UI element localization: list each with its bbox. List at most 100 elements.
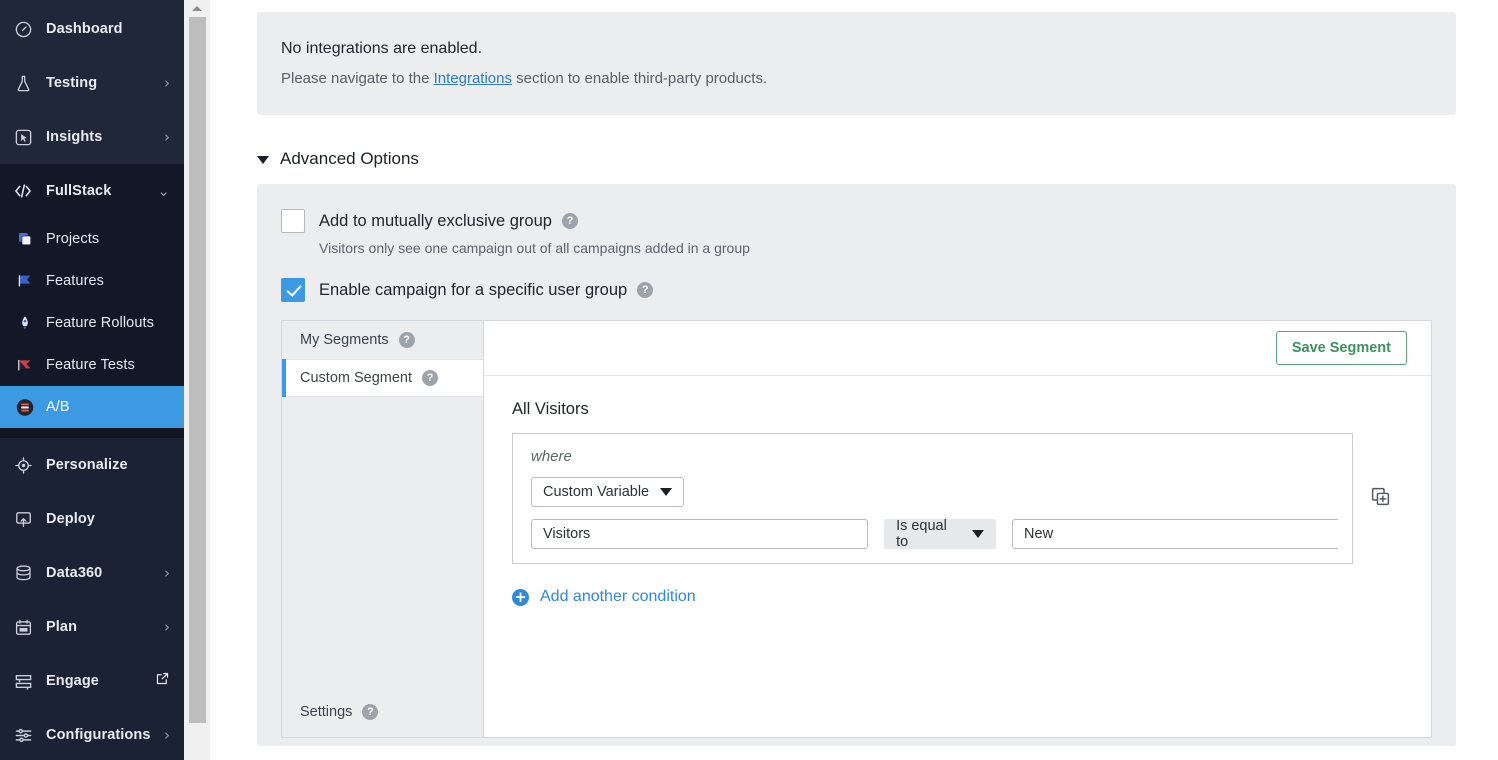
sidebar-item-ab[interactable]: A/B [0, 386, 184, 428]
external-link-icon[interactable] [155, 671, 170, 691]
sidebar-label: Features [46, 273, 170, 289]
scroll-up-arrow-icon[interactable] [184, 0, 210, 17]
main-content: No integrations are enabled. Please navi… [210, 0, 1498, 760]
sidebar-item-feature-rollouts[interactable]: Feature Rollouts [0, 302, 184, 344]
specific-user-group-checkbox[interactable] [281, 278, 305, 302]
sidebar-divider [0, 428, 184, 438]
sidebar-item-feature-tests[interactable]: Feature Tests [0, 344, 184, 386]
mutually-exclusive-description: Visitors only see one campaign out of al… [319, 240, 1432, 256]
sidebar-item-insights[interactable]: Insights › [0, 110, 184, 164]
sidebar-group-top: Dashboard Testing › [0, 0, 184, 164]
segment-tab-my-segments[interactable]: My Segments ? [282, 321, 483, 359]
segment-tab-custom-segment[interactable]: Custom Segment ? [282, 359, 483, 397]
deploy-upload-icon [12, 508, 34, 530]
sidebar-label: FullStack [46, 183, 157, 199]
sidebar-label: Testing [46, 75, 164, 91]
attribute-dropdown[interactable]: Custom Variable [531, 477, 684, 507]
segment-settings-label: Settings [300, 704, 352, 720]
banner-subtitle: Please navigate to the Integrations sect… [281, 70, 1456, 87]
chevron-right-icon: › [164, 620, 170, 635]
sidebar-item-personalize[interactable]: Personalize [0, 438, 184, 492]
segment-tab-label: Custom Segment [300, 370, 412, 386]
banner-text-after: section to enable third-party products. [512, 70, 767, 87]
variable-key-input[interactable] [531, 519, 868, 549]
sidebar-group-bottom: Personalize Deploy [0, 438, 184, 760]
segment-settings[interactable]: Settings ? [282, 687, 483, 737]
segment-title: All Visitors [512, 400, 1407, 419]
condition-actions [1353, 433, 1407, 564]
sidebar-label: A/B [46, 399, 170, 415]
bracket-gap-top [1338, 448, 1352, 488]
sidebar-label: Engage [46, 673, 155, 689]
where-label: where [531, 448, 1353, 465]
calendar-icon [12, 616, 34, 638]
caret-down-icon [257, 156, 269, 164]
condition-fields: Is equal to [531, 519, 1353, 549]
sidebar-label: Data360 [46, 565, 164, 581]
help-icon[interactable]: ? [562, 213, 578, 229]
scrollbar-thumb[interactable] [189, 17, 206, 723]
condition-group: where Custom Variable Is equal to [512, 433, 1353, 564]
sidebar-item-engage[interactable]: Engage [0, 654, 184, 708]
main-sidebar: Dashboard Testing › [0, 0, 184, 760]
sidebar-label: Configurations [46, 727, 164, 743]
speedometer-icon [12, 18, 34, 40]
advanced-options-header[interactable]: Advanced Options [257, 149, 1456, 169]
sidebar-item-projects[interactable]: Projects [0, 218, 184, 260]
sidebar-item-dashboard[interactable]: Dashboard [0, 2, 184, 56]
sidebar-item-data360[interactable]: Data360 › [0, 546, 184, 600]
segment-editor-body: All Visitors where Custom Variable [484, 376, 1431, 606]
flag-icon [16, 272, 34, 290]
page-scrollbar[interactable] [184, 0, 210, 760]
advanced-options-title: Advanced Options [280, 149, 419, 169]
bracket-gap-bottom [1338, 509, 1352, 549]
sidebar-label: Plan [46, 619, 164, 635]
operator-dropdown[interactable]: Is equal to [884, 519, 996, 549]
condition-row: where Custom Variable Is equal to [512, 433, 1407, 564]
sidebar-item-fullstack[interactable]: FullStack ⌄ [0, 164, 184, 218]
help-icon[interactable]: ? [422, 370, 438, 386]
banner-title: No integrations are enabled. [281, 40, 1456, 58]
operator-dropdown-value: Is equal to [896, 518, 961, 550]
integrations-link[interactable]: Integrations [434, 70, 512, 87]
help-icon[interactable]: ? [362, 704, 378, 720]
banner-text-before: Please navigate to the [281, 70, 434, 87]
sidebar-label: Dashboard [46, 21, 170, 37]
integrations-banner: No integrations are enabled. Please navi… [257, 12, 1456, 115]
mutually-exclusive-row: Add to mutually exclusive group? [281, 209, 1432, 233]
segment-editor-panel: Save Segment All Visitors where Custom V… [484, 321, 1431, 737]
sidebar-item-features[interactable]: Features [0, 260, 184, 302]
mutually-exclusive-text: Add to mutually exclusive group? [319, 209, 578, 233]
flag-red-icon [16, 356, 34, 374]
cursor-box-icon [12, 126, 34, 148]
sidebar-label: Personalize [46, 457, 170, 473]
mutually-exclusive-label: Add to mutually exclusive group [319, 212, 552, 230]
sidebar-item-plan[interactable]: Plan › [0, 600, 184, 654]
chevron-right-icon: › [164, 728, 170, 743]
sidebar-item-testing[interactable]: Testing › [0, 56, 184, 110]
flask-icon [12, 72, 34, 94]
advanced-options-panel: Add to mutually exclusive group? Visitor… [257, 184, 1456, 746]
variable-value-input[interactable] [1012, 519, 1353, 549]
chevron-down-icon: ⌄ [157, 184, 170, 199]
segment-tabs-panel: My Segments ? Custom Segment ? Settings … [282, 321, 484, 737]
app-root: Dashboard Testing › [0, 0, 1498, 760]
chevron-right-icon: › [164, 76, 170, 91]
add-another-condition-button[interactable]: + Add another condition [512, 588, 1407, 606]
chevron-down-icon [660, 488, 672, 496]
sidebar-item-deploy[interactable]: Deploy [0, 492, 184, 546]
attribute-dropdown-value: Custom Variable [543, 484, 649, 500]
duplicate-condition-icon[interactable] [1370, 486, 1391, 512]
add-condition-label: Add another condition [540, 588, 696, 606]
help-icon[interactable]: ? [399, 332, 415, 348]
sidebar-label: Projects [46, 231, 170, 247]
sidebar-item-configurations[interactable]: Configurations › [0, 708, 184, 760]
mutually-exclusive-checkbox[interactable] [281, 209, 305, 233]
save-segment-button[interactable]: Save Segment [1276, 331, 1407, 365]
rocket-icon [16, 314, 34, 332]
segment-toolbar: Save Segment [484, 321, 1431, 376]
specific-user-group-label: Enable campaign for a specific user grou… [319, 281, 627, 299]
chevron-right-icon: › [164, 130, 170, 145]
segment-tab-label: My Segments [300, 332, 389, 348]
help-icon[interactable]: ? [637, 282, 653, 298]
